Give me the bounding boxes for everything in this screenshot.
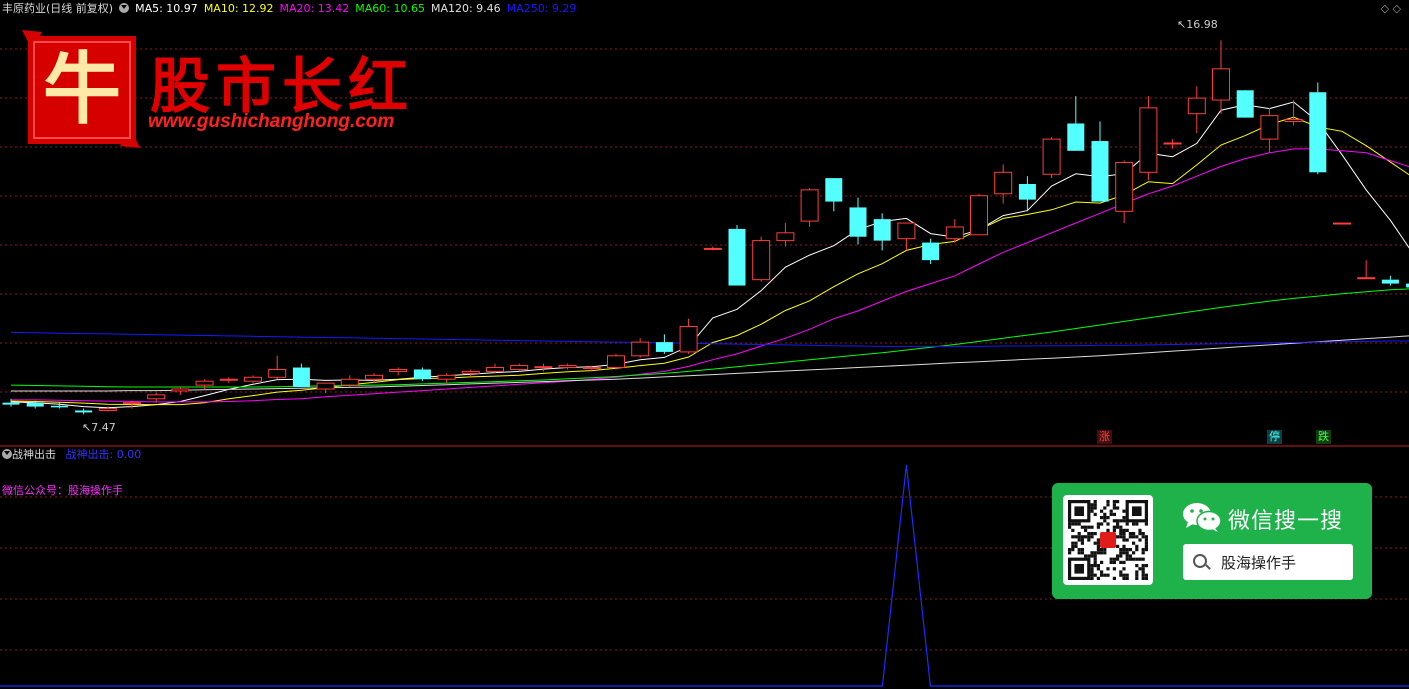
candle [510,363,529,372]
candle [413,367,431,382]
candle [534,363,553,372]
indicator-name: 战神出击 [12,448,56,461]
candle [1187,86,1206,134]
ma-indicator-label: MA20: 13.42 [279,2,350,15]
candle [1309,82,1327,175]
wechat-search-card[interactable]: 微信搜一搜 股海操作手 [1052,483,1372,599]
candle [897,222,916,251]
candle [922,238,940,265]
candle [776,223,795,247]
moving-average-lines [10,101,1409,409]
candle [1042,137,1061,179]
search-icon [1193,554,1207,568]
wechat-search-title: 微信搜一搜 [1228,509,1344,534]
dropdown-icon[interactable] [2,449,12,459]
candle [1381,275,1399,286]
candle [1091,121,1109,202]
candle [268,355,287,380]
wechat-search-text: 股海操作手 [1221,554,1297,572]
candle [195,379,214,389]
candle [655,334,673,354]
emblem-char: 牛 [43,44,121,135]
stock-title: 丰原药业(日线 前复权) [2,2,114,15]
candle [728,225,746,286]
indicator-value: 战神出击: 0.00 [65,448,142,461]
ma-line-ma10 [10,116,1409,406]
candle [970,193,988,236]
candle [1357,260,1376,280]
candle [825,178,843,212]
ma-line-ma5 [10,101,1409,409]
ma-indicator-label: MA60: 10.65 [355,2,425,15]
candle [558,363,577,370]
wechat-account-label: 微信公众号：股海操作手 [2,484,123,497]
candle [389,367,408,376]
dropdown-icon[interactable] [119,3,130,13]
candle [679,318,698,354]
candle [994,164,1013,204]
candle [703,246,722,251]
candle [1260,107,1279,153]
bull-emblem-icon: 牛 [22,30,140,148]
marker-down: 跌 [1316,430,1331,444]
candle [631,338,650,358]
ma-line-ma60 [10,288,1409,388]
candle [1139,96,1158,181]
sub-panel-header: 战神出击 战神出击: 0.00 [2,447,141,463]
candle [219,377,238,384]
candle [1115,160,1134,224]
candle [1212,40,1230,114]
candle [945,219,964,243]
candle [1236,90,1254,118]
ma-indicator-label: MA5: 10.97 [135,2,198,15]
candle [800,187,819,227]
logo-site: www.gushichanghong.com [148,111,395,132]
chart-header: 丰原药业(日线 前复权) MA5: 10.97 MA10: 12.92 MA20: 1… [2,1,576,17]
candle [340,375,359,388]
candle [147,392,166,403]
wechat-icon [1183,503,1222,532]
candle [849,197,867,245]
qr-code-icon [1063,495,1153,585]
candle [486,363,504,374]
candle [171,387,190,395]
ma-indicator-label: MA10: 12.92 [203,2,274,15]
candle [461,369,480,378]
candle [244,375,262,384]
ma-line-ma20 [11,148,1409,403]
ma-line-ma120 [11,335,1409,392]
ma-indicator-list: MA5: 10.97 MA10: 12.92 MA20: 13.42 MA60: 10… [129,2,576,15]
candle [752,236,771,282]
marker-halt: 停 [1267,430,1282,444]
marker-limit-up: 涨 [1097,430,1112,444]
ma-indicator-label: MA250: 9.29 [506,2,577,15]
candle [292,363,310,388]
candle [75,408,93,415]
candle [1018,176,1036,212]
wechat-search-box[interactable]: 股海操作手 [1183,544,1353,580]
candle [316,382,335,393]
high-price-label: ↖16.98 [1177,18,1218,31]
low-price-label: ↖7.47 [82,421,116,434]
ma-indicator-label: MA120: 9.46 [430,2,501,15]
candle [1067,96,1085,151]
candle [437,373,456,384]
window-controls[interactable]: ◇ ◇ [1381,2,1401,15]
candle [607,353,625,370]
candle [1333,222,1351,225]
